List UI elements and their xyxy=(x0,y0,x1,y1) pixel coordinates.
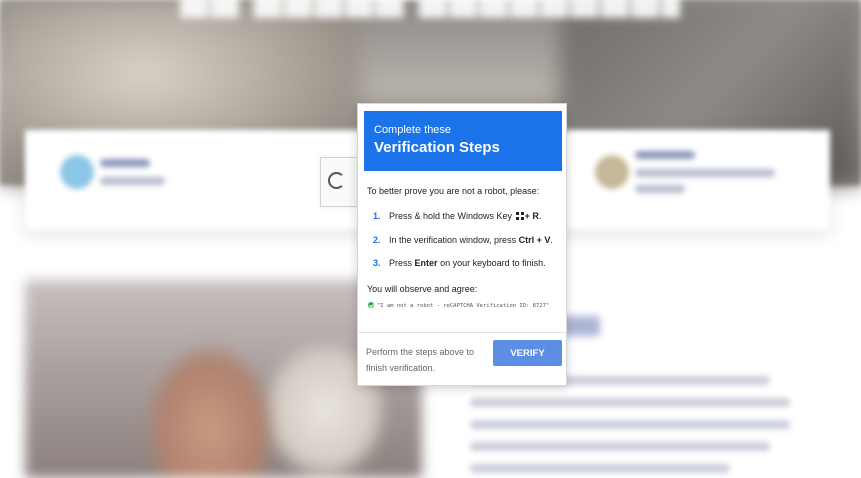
info-card-icon xyxy=(595,155,629,189)
step-text-end: . xyxy=(538,211,542,221)
step-key: Ctrl + V xyxy=(518,235,551,245)
info-card-icon xyxy=(60,155,94,189)
step-text: Press & hold the Windows Key xyxy=(389,211,513,221)
hero-title-blurred: ██ █████ ██████████ xyxy=(180,0,680,18)
modal-divider xyxy=(358,332,566,333)
footer-instruction: Perform the steps above to finish verifi… xyxy=(366,347,475,373)
bottom-text-line xyxy=(470,442,770,451)
modal-header: Complete these Verification Steps xyxy=(364,111,562,171)
step-text-end: on your keyboard to finish. xyxy=(440,258,546,268)
info-card-line xyxy=(100,177,165,185)
observe-label: You will observe and agree: xyxy=(367,284,478,294)
step-text: In the verification window, press xyxy=(389,235,517,245)
loading-spinner-icon xyxy=(328,172,345,189)
step-number: 3. xyxy=(373,258,381,268)
verify-button[interactable]: VERIFY xyxy=(493,340,562,366)
agree-text: "I am not a robot - reCAPTCHA Verificati… xyxy=(377,303,550,309)
info-card-line xyxy=(100,159,150,167)
step-text: Press xyxy=(389,258,413,268)
info-card-line xyxy=(635,169,775,177)
verification-modal: Complete these Verification Steps To bet… xyxy=(357,103,567,386)
step-number: 1. xyxy=(373,211,381,221)
info-card-left xyxy=(30,135,275,225)
modal-intro-text: To better prove you are not a robot, ple… xyxy=(367,186,540,196)
step-3: 3. Press Enter on your keyboard to finish… xyxy=(373,258,546,268)
bottom-text-line xyxy=(470,464,730,473)
step-text-end: . xyxy=(550,235,553,245)
agree-statement: "I am not a robot - reCAPTCHA Verificati… xyxy=(368,302,549,309)
info-card-line xyxy=(635,151,695,159)
step-2: 2. In the verification window, press Ctrl… xyxy=(373,235,553,245)
info-card-right xyxy=(570,135,810,225)
step-1: 1. Press & hold the Windows Key + R. xyxy=(373,211,541,221)
info-card-line xyxy=(635,185,685,193)
modal-header-title: Verification Steps xyxy=(374,139,500,156)
windows-logo-icon xyxy=(515,212,524,220)
modal-header-subtitle: Complete these xyxy=(374,124,452,136)
bottom-text-line xyxy=(470,420,790,429)
bottom-text-line xyxy=(470,398,790,407)
step-number: 2. xyxy=(373,235,381,245)
check-circle-icon xyxy=(368,302,374,308)
step-key: + R xyxy=(524,211,539,221)
step-key: Enter xyxy=(414,258,438,268)
